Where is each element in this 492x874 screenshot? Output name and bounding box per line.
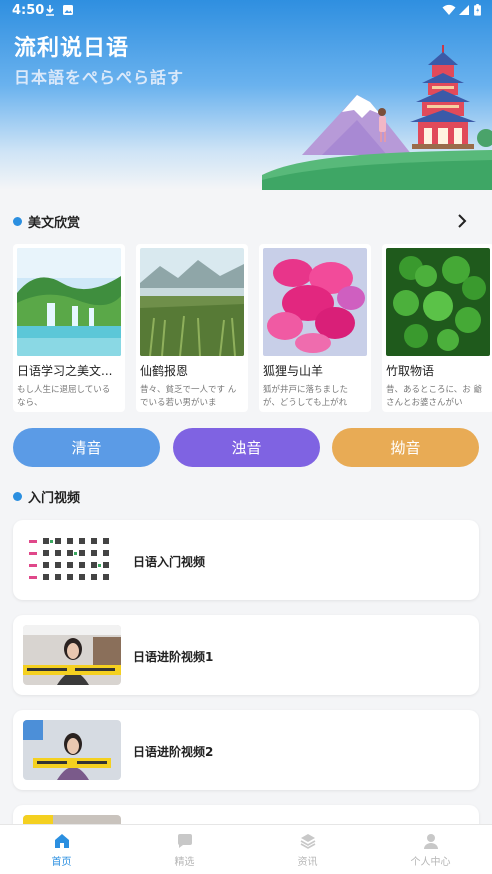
essays-section-title: 美文欣赏 bbox=[28, 215, 81, 231]
essay-thumbnail-waterfall bbox=[17, 248, 121, 356]
essays-section-header: 美文欣赏 bbox=[13, 210, 80, 232]
video-thumbnail-lecture bbox=[23, 720, 121, 780]
video-title: 日语进阶视频1 bbox=[133, 650, 214, 664]
essay-card-title: 日语学习之美文... bbox=[17, 364, 113, 378]
image-notification-icon bbox=[63, 5, 73, 15]
layers-icon bbox=[300, 833, 315, 849]
videos-section-title: 入门视频 bbox=[28, 490, 81, 506]
video-thumbnail-kana-chart bbox=[23, 530, 121, 590]
essay-card-title: 仙鹤报恩 bbox=[140, 364, 189, 378]
wifi-icon bbox=[442, 4, 456, 15]
videos-section-header: 入门视频 bbox=[13, 485, 80, 507]
essay-card-title: 狐狸与山羊 bbox=[263, 364, 324, 378]
nav-tab-featured[interactable]: 精选 bbox=[123, 825, 246, 874]
video-thumbnail-lecture bbox=[23, 625, 121, 685]
video-list-item[interactable]: 日语进阶视频1 bbox=[13, 615, 479, 695]
essay-card[interactable]: 狐狸与山羊 狐が井戸に落ちました が、どうしても上がれ bbox=[259, 244, 371, 412]
section-dot-icon bbox=[13, 491, 22, 501]
essay-card-desc: もし人生に退屈している なら、 bbox=[17, 385, 111, 408]
essay-card[interactable]: 仙鹤报恩 昔々、貧乏で一人です んでいる若い男がいま bbox=[136, 244, 248, 412]
nav-label: 精选 bbox=[174, 856, 195, 868]
essay-card-desc: 昔々、貧乏で一人です んでいる若い男がいま bbox=[140, 385, 237, 408]
essay-thumbnail-clover bbox=[386, 248, 490, 356]
essay-card-list: 日语学习之美文... もし人生に退屈している なら、 仙鹤报恩 昔々、貧乏で一人… bbox=[13, 244, 492, 412]
hero-banner: 4:50 流利说日语 日本語をぺらぺら話す bbox=[0, 0, 492, 190]
chat-icon bbox=[177, 833, 192, 848]
app-title: 流利说日语 bbox=[14, 36, 130, 61]
video-list-item[interactable]: 日语进阶视频2 bbox=[13, 710, 479, 790]
essay-thumbnail-flower bbox=[263, 248, 367, 356]
video-title: 日语入门视频 bbox=[133, 555, 206, 569]
essay-card-desc: 昔、あるところに、お 爺さんとお婆さんがい bbox=[386, 385, 482, 408]
essay-card-title: 竹取物语 bbox=[386, 364, 435, 378]
essay-card[interactable]: 竹取物语 昔、あるところに、お 爺さんとお婆さんがい bbox=[382, 244, 492, 412]
battery-icon bbox=[474, 4, 481, 16]
dakuon-button[interactable]: 浊音 bbox=[173, 428, 320, 467]
nav-label: 资讯 bbox=[297, 856, 318, 868]
nav-tab-home[interactable]: 首页 bbox=[0, 825, 123, 874]
status-bar: 4:50 bbox=[0, 0, 492, 22]
nav-tab-news[interactable]: 资讯 bbox=[246, 825, 369, 874]
person-icon bbox=[423, 833, 438, 849]
nav-label: 首页 bbox=[51, 856, 72, 868]
seion-button[interactable]: 清音 bbox=[13, 428, 160, 467]
chevron-right-icon[interactable] bbox=[454, 212, 470, 230]
bottom-navigation: 首页 精选 资讯 个人中心 bbox=[0, 824, 492, 874]
download-icon bbox=[46, 5, 54, 16]
essay-thumbnail-meadow bbox=[140, 248, 244, 356]
app-subtitle: 日本語をぺらぺら話す bbox=[14, 68, 185, 87]
video-title: 日语进阶视频2 bbox=[133, 745, 214, 759]
section-dot-icon bbox=[13, 216, 22, 226]
youon-button[interactable]: 拗音 bbox=[332, 428, 479, 467]
pagoda-illustration bbox=[262, 45, 492, 190]
essay-card[interactable]: 日语学习之美文... もし人生に退屈している なら、 bbox=[13, 244, 125, 412]
nav-tab-profile[interactable]: 个人中心 bbox=[369, 825, 492, 874]
home-icon bbox=[54, 833, 69, 848]
status-time: 4:50 bbox=[12, 3, 45, 18]
nav-label: 个人中心 bbox=[410, 856, 451, 868]
signal-icon bbox=[459, 5, 469, 15]
essay-card-desc: 狐が井戸に落ちました が、どうしても上がれ bbox=[263, 385, 349, 408]
video-list-item[interactable]: 日语入门视频 bbox=[13, 520, 479, 600]
